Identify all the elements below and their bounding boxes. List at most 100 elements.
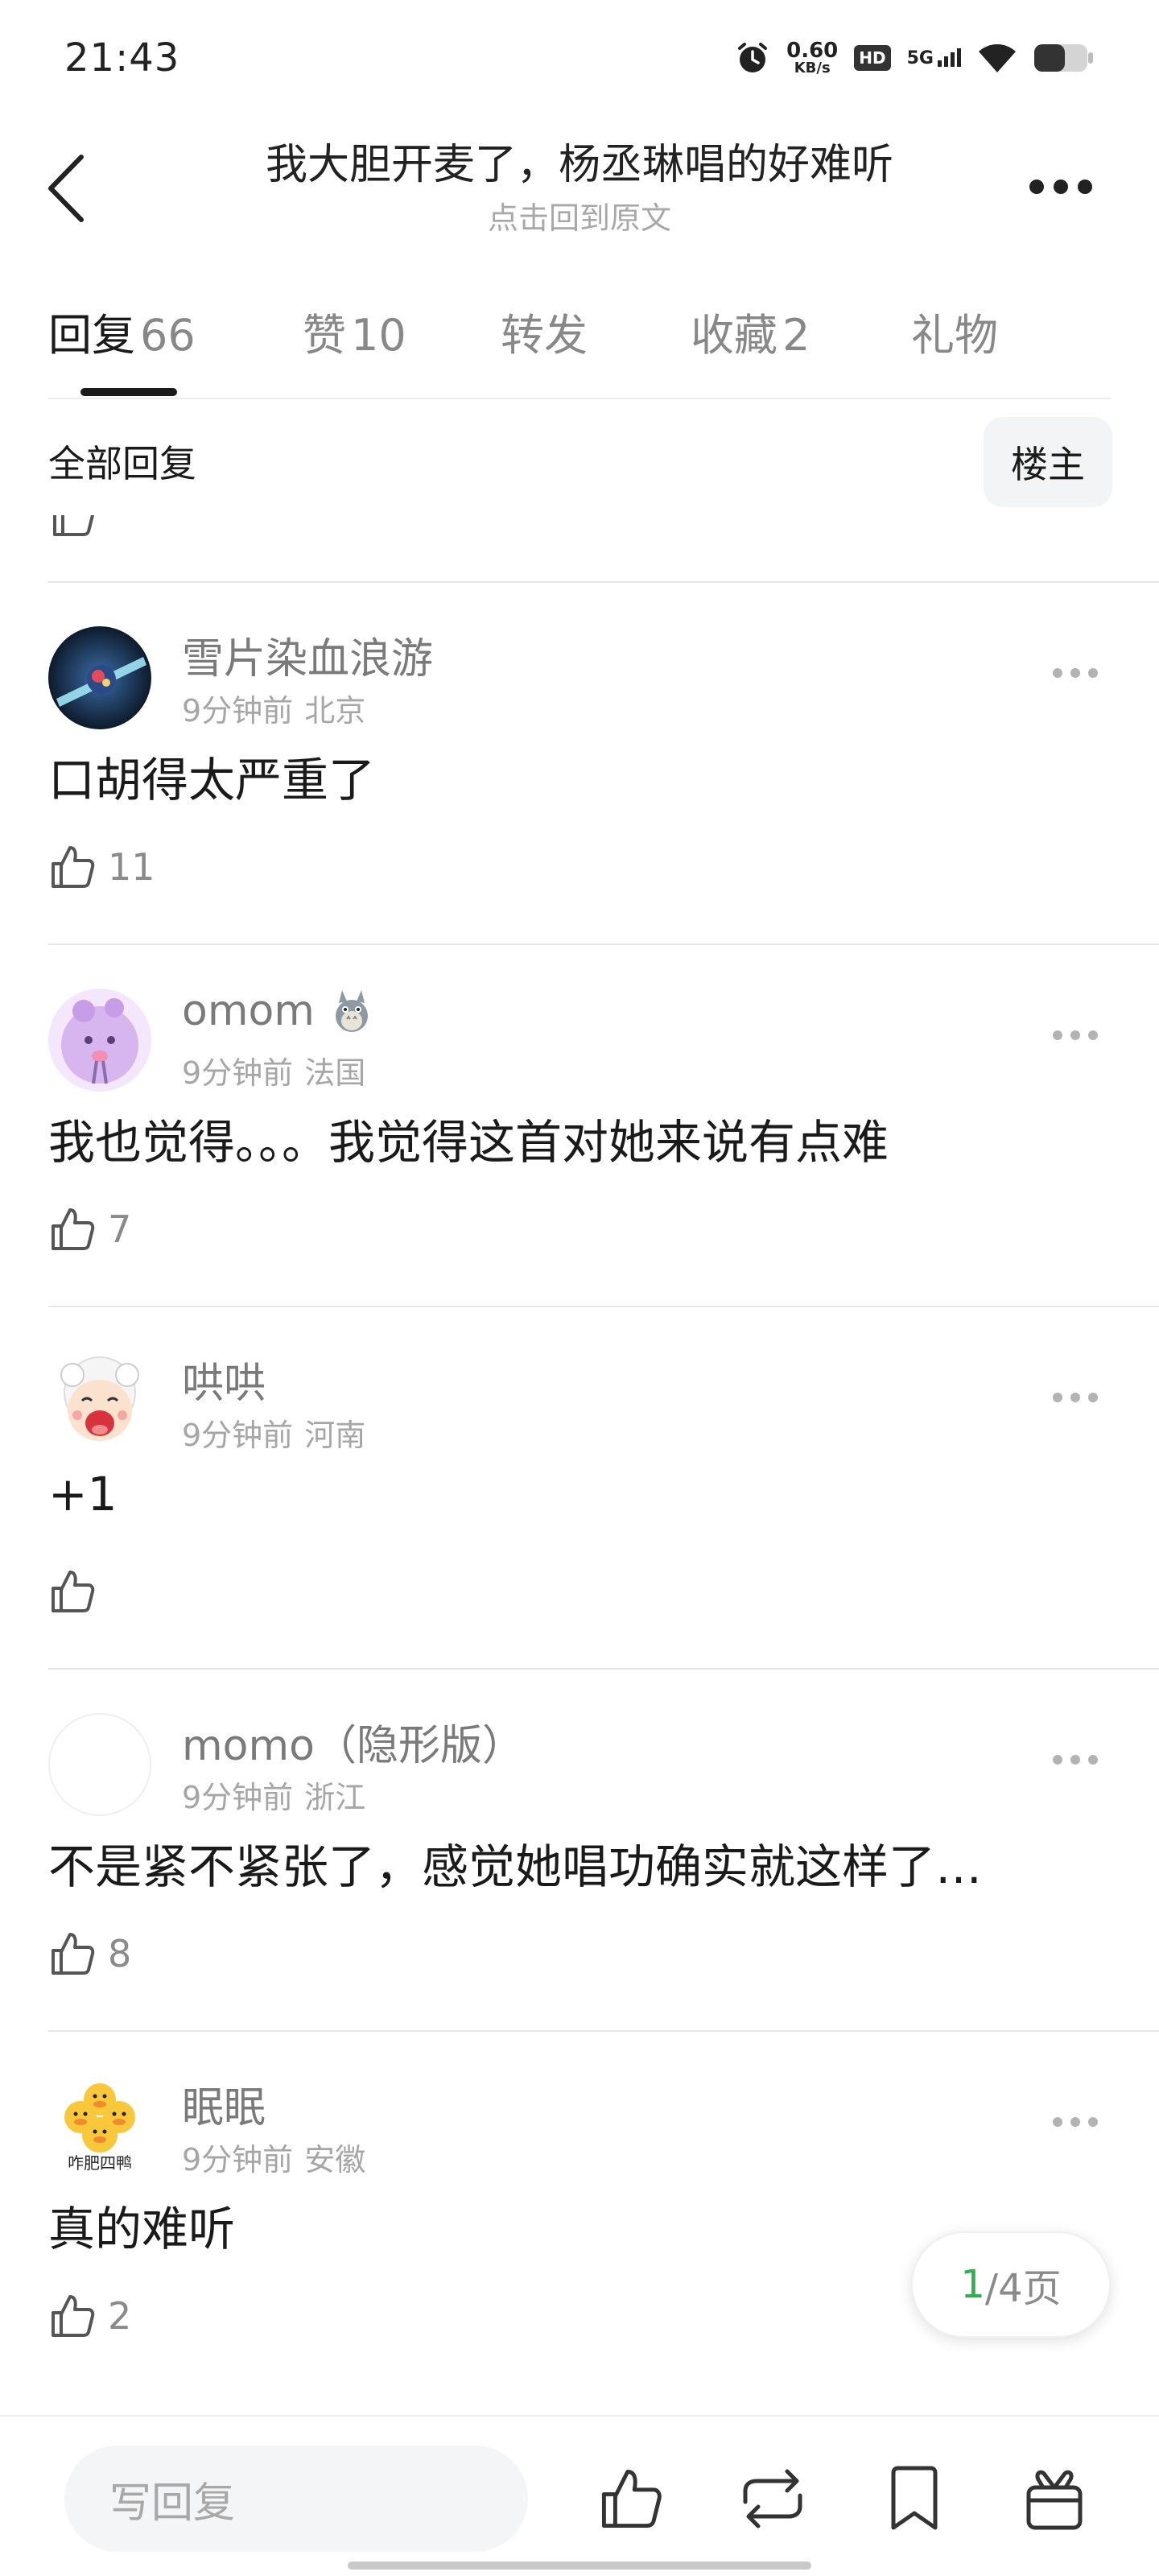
home-indicator[interactable]: [348, 2562, 811, 2570]
comment-item: 咋肥四鸭 眠眠 9分钟前 安徽 真的难听 2: [0, 2032, 1159, 2402]
more-dot: [1078, 180, 1092, 194]
bookmark-icon: [891, 2466, 938, 2530]
comment-author[interactable]: momo（隐形版）: [182, 1711, 524, 1772]
reply-input[interactable]: 写回复: [64, 2446, 528, 2552]
like-icon: [52, 1208, 95, 1250]
tab-gifts[interactable]: 礼物: [911, 299, 998, 363]
pagination-pill[interactable]: 1/4页: [911, 2231, 1111, 2338]
author-name: 雪片染血浪游: [182, 635, 434, 683]
comment-item: momo（隐形版） 9分钟前 浙江 不是紧不紧张了，感觉她唱功确实就这样了… 8: [0, 1670, 1159, 2040]
bottom-action-bar: 写回复: [0, 2415, 1159, 2576]
active-tab-indicator: [80, 388, 177, 396]
back-button[interactable]: [42, 150, 90, 227]
author-name: omom: [182, 987, 315, 1035]
repost-button[interactable]: [729, 2455, 816, 2542]
like-count: 7: [108, 1208, 132, 1251]
tab-favorites[interactable]: 收藏 2: [691, 299, 810, 363]
hd-icon: HD: [854, 45, 891, 71]
page-total: /4页: [984, 2266, 1062, 2311]
like-post-button[interactable]: [588, 2455, 674, 2542]
status-icons: 0.60 KB/s HD 5G: [735, 35, 1095, 80]
filter-row: 全部回复 楼主: [0, 402, 1159, 515]
comment-time: 9分钟前: [182, 1780, 294, 1815]
totoro-badge-icon: [335, 990, 368, 1032]
comment-author[interactable]: 雪片染血浪游: [182, 625, 433, 685]
comment-location: 安徽: [304, 2142, 366, 2178]
tab-likes[interactable]: 赞 10: [303, 299, 406, 363]
alarm-icon: [738, 43, 768, 72]
comment-like-button[interactable]: 2: [48, 2288, 131, 2344]
repost-icon: [743, 2469, 802, 2529]
comment-meta: 9分钟前 浙江: [182, 1773, 365, 1817]
comment-location: 法国: [304, 1055, 366, 1091]
like-count: 8: [108, 1932, 132, 1975]
gift-icon: [1026, 2470, 1083, 2530]
network-type: 5G: [906, 47, 934, 68]
comment-text: 我也觉得。。。我觉得这首对她来说有点难: [48, 1115, 889, 1170]
tab-count: 2: [782, 310, 810, 361]
net-speed-unit: KB/s: [794, 60, 831, 76]
comment-like-button[interactable]: 11: [48, 839, 155, 895]
battery-icon: [1034, 44, 1093, 72]
comment-time: 9分钟前: [182, 693, 294, 729]
tab-label: 礼物: [911, 310, 998, 361]
net-speed-value: 0.60: [786, 39, 839, 63]
like-count: 11: [108, 845, 155, 889]
back-to-original-link[interactable]: 点击回到原文: [161, 193, 998, 237]
author-name: momo（隐形版）: [182, 1722, 524, 1770]
avatar[interactable]: [48, 626, 151, 729]
current-page: 1: [960, 2262, 985, 2307]
comment-like-button[interactable]: [48, 1563, 108, 1620]
gift-button[interactable]: [1011, 2455, 1098, 2542]
like-icon: [601, 2469, 662, 2529]
comment-location: 河南: [304, 1418, 366, 1453]
comment-more-button[interactable]: [1053, 1750, 1104, 1769]
wifi-icon: [979, 44, 1016, 72]
tab-label: 回复: [48, 310, 135, 361]
tab-label: 收藏: [691, 310, 777, 361]
like-icon: [52, 2295, 95, 2337]
avatar[interactable]: 咋肥四鸭: [48, 2075, 151, 2178]
like-count: 2: [108, 2294, 132, 2338]
comment-time: 9分钟前: [182, 2142, 294, 2178]
signal-icon: 5G: [906, 47, 961, 68]
author-name: 眠眠: [182, 2084, 266, 2132]
comment-like-button[interactable]: 7: [48, 1201, 131, 1257]
owner-only-button[interactable]: 楼主: [984, 417, 1112, 507]
avatar[interactable]: [48, 1351, 151, 1454]
comment-more-button[interactable]: [1053, 1388, 1104, 1407]
comment-meta: 9分钟前 北京: [182, 686, 365, 730]
comment-meta: 9分钟前 法国: [182, 1048, 365, 1092]
comment-author[interactable]: omom: [182, 987, 374, 1035]
comment-author[interactable]: 哄哄: [182, 1349, 266, 1410]
comment-location: 北京: [304, 693, 366, 729]
comment-item: omom 9分钟前 法国 我也觉得。。。我觉得这首对她来说有点难 7: [0, 945, 1159, 1315]
like-icon: [52, 1933, 95, 1975]
net-speed: 0.60 KB/s: [786, 40, 838, 76]
comment-item: 哄哄 9分钟前 河南 +1: [0, 1307, 1159, 1678]
avatar[interactable]: [48, 989, 151, 1092]
comment-more-button[interactable]: [1053, 663, 1104, 683]
all-replies-label[interactable]: 全部回复: [48, 435, 196, 488]
comment-time: 9分钟前: [182, 1418, 294, 1453]
back-arrow-icon: [48, 155, 84, 222]
header: 我大胆开麦了，杨丞琳唱的好难听 点击回到原文: [0, 113, 1159, 258]
comment-time: 9分钟前: [182, 1055, 294, 1091]
comment-meta: 9分钟前 安徽: [182, 2135, 365, 2179]
comment-text: 不是紧不紧张了，感觉她唱功确实就这样了…: [48, 1839, 983, 1894]
comment-item: 雪片染血浪游 9分钟前 北京 口胡得太严重了 11: [0, 583, 1159, 953]
author-name: 哄哄: [182, 1360, 266, 1408]
comment-like-button[interactable]: 8: [48, 1926, 131, 1982]
comment-author[interactable]: 眠眠: [182, 2074, 266, 2134]
page-title: 我大胆开麦了，杨丞琳唱的好难听: [265, 141, 893, 189]
comment-more-button[interactable]: [1053, 1026, 1104, 1045]
more-options-button[interactable]: [1021, 171, 1101, 203]
comment-more-button[interactable]: [1053, 2112, 1104, 2132]
tab-bar: 回复 66 赞 10 转发 收藏 2 礼物: [0, 274, 1159, 402]
tab-replies[interactable]: 回复 66: [48, 299, 196, 363]
avatar[interactable]: [48, 1713, 151, 1816]
status-bar: 21:43 0.60 KB/s HD 5G: [0, 0, 1159, 113]
avatar-caption: 咋肥四鸭: [68, 2153, 132, 2173]
tab-reposts[interactable]: 转发: [501, 299, 588, 363]
bookmark-button[interactable]: [871, 2455, 958, 2542]
